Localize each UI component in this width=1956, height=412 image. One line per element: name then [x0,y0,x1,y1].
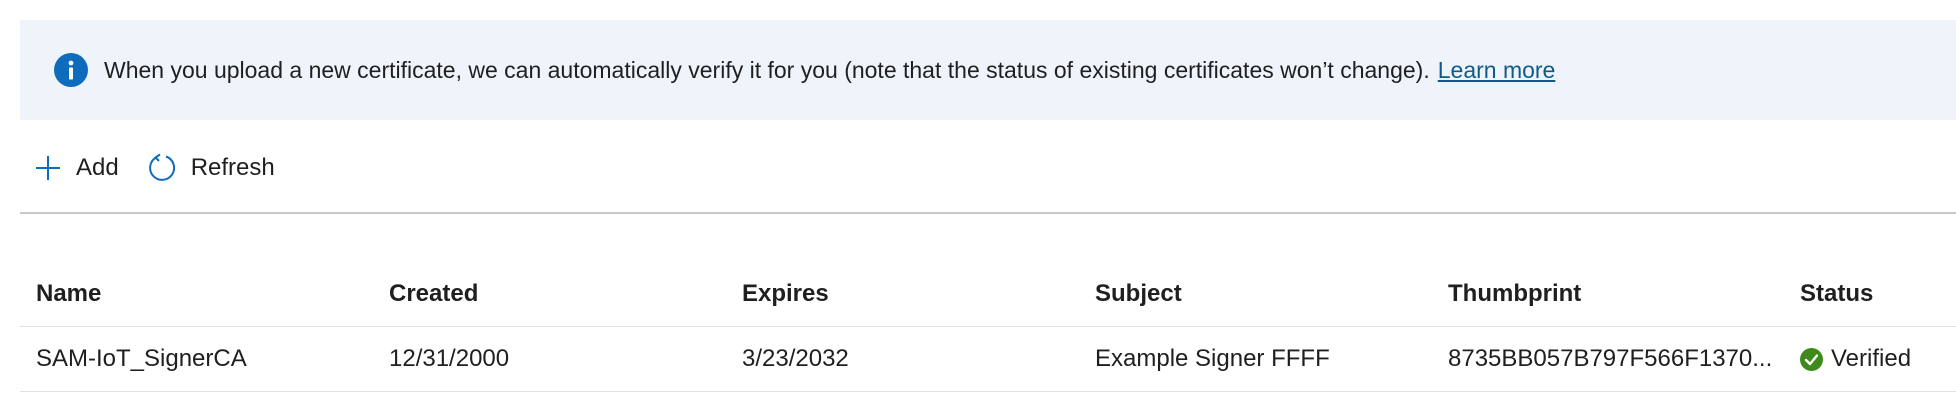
refresh-label: Refresh [190,154,275,181]
add-label: Add [76,154,119,181]
column-header-created[interactable]: Created [389,262,478,326]
learn-more-link[interactable]: Learn more [1438,57,1556,84]
certificates-table: Name Created Expires Subject Thumbprint … [20,262,1956,392]
table-row[interactable]: SAM-IoT_SignerCA 12/31/2000 3/23/2032 Ex… [20,327,1956,392]
toolbar: Add Refresh [20,140,289,196]
status-cell: Verified [1800,327,1911,391]
expires-cell: 3/23/2032 [742,345,849,372]
plus-icon [34,154,62,182]
status-label: Verified [1831,345,1912,372]
add-button[interactable]: Add [20,140,133,196]
checkmark-circle-icon [1800,347,1823,371]
certificates-page: When you upload a new certificate, we ca… [0,0,1956,412]
column-header-expires[interactable]: Expires [742,262,829,326]
thumbprint-cell: 8735BB057B797F566F1370... [1448,345,1773,372]
column-header-thumbprint[interactable]: Thumbprint [1448,262,1581,326]
info-icon [54,53,88,87]
refresh-button[interactable]: Refresh [133,140,289,196]
refresh-icon [147,153,177,183]
banner-text: When you upload a new certificate, we ca… [104,56,1430,83]
column-header-name[interactable]: Name [36,262,101,326]
column-header-status[interactable]: Status [1800,262,1873,326]
created-cell: 12/31/2000 [389,345,510,372]
table-header: Name Created Expires Subject Thumbprint … [20,262,1956,327]
subject-cell: Example Signer FFFF [1095,345,1330,372]
certificate-name-link[interactable]: SAM-IoT_SignerCA [36,327,247,391]
toolbar-divider [20,212,1956,214]
column-header-subject[interactable]: Subject [1095,262,1182,326]
info-banner: When you upload a new certificate, we ca… [20,20,1956,120]
